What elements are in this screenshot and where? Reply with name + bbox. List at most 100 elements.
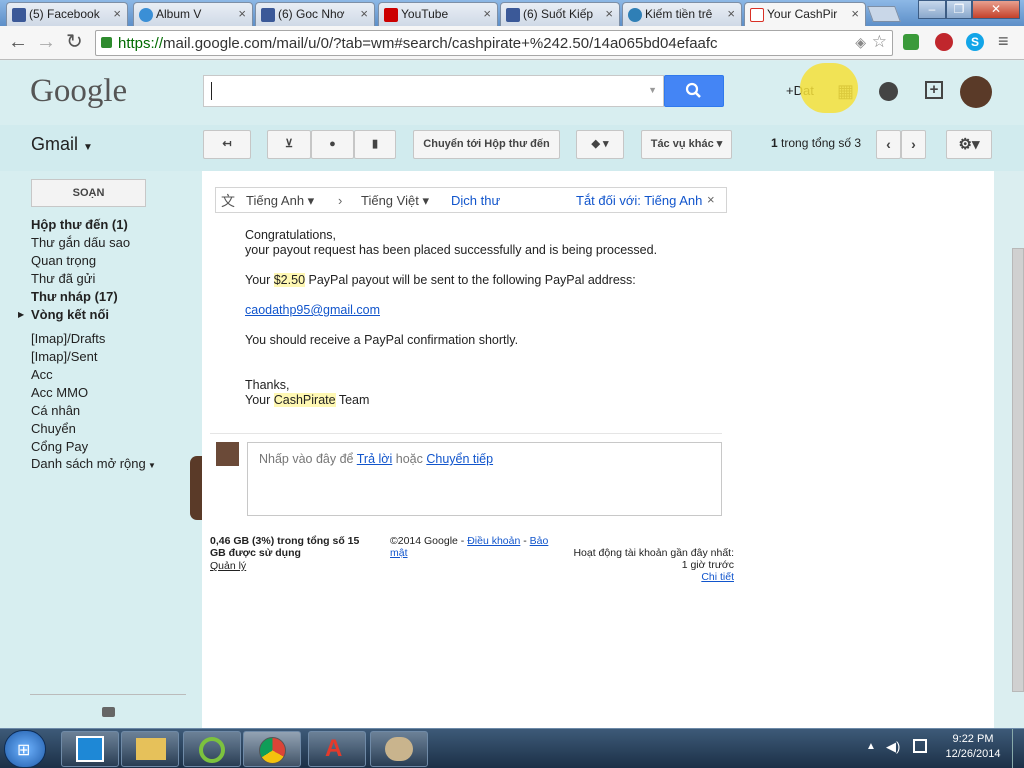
translate-message-link[interactable]: Dịch thư xyxy=(451,193,500,208)
sidebar-item-label[interactable]: [Imap]/Sent xyxy=(31,349,97,364)
browser-tab[interactable]: (5) Facebook × xyxy=(6,2,128,26)
manage-storage-link[interactable]: Quản lý xyxy=(210,560,246,572)
activity-details-link[interactable]: Chi tiết xyxy=(554,571,734,583)
sidebar-item-sent[interactable]: Thư đã gửi xyxy=(31,271,95,286)
sidebar-item-label[interactable]: Acc xyxy=(31,367,53,382)
reply-link[interactable]: Trả lời xyxy=(357,452,393,466)
sidebar-item-important[interactable]: Quan trọng xyxy=(31,253,96,268)
labels-button[interactable]: ◆ ▾ xyxy=(576,130,624,159)
url-scheme: https:// xyxy=(118,35,164,52)
terms-link[interactable]: Điều khoản xyxy=(467,535,520,547)
account-activity: Hoạt động tài khoản gần đây nhất: 1 giờ … xyxy=(554,547,734,583)
archive-icon: ⊻ xyxy=(284,138,294,150)
new-tab-button[interactable] xyxy=(867,6,901,22)
reply-prompt: Nhấp vào đây để Trả lời hoặc Chuyển tiếp xyxy=(259,452,493,466)
taskbar-app[interactable] xyxy=(183,731,241,767)
taskbar-app[interactable]: A xyxy=(308,731,366,767)
gmail-toolbar: Gmail ▼ ↤ ⊻ ● ▮ Chuyển tới Hộp thư đến ◆… xyxy=(0,125,1024,171)
browser-tab[interactable]: (6) Suốt Kiếp × xyxy=(500,2,620,26)
tab-label: YouTube xyxy=(401,7,449,21)
close-tab-icon[interactable]: × xyxy=(851,6,859,21)
bookmark-star-icon[interactable]: ☆ xyxy=(872,32,887,52)
taskbar-app[interactable] xyxy=(61,731,119,767)
address-bar[interactable]: https://mail.google.com/mail/u/0/?tab=wm… xyxy=(95,30,893,56)
sidebar-item-more-labels[interactable]: Danh sách mở rộng ▼ xyxy=(31,456,156,471)
archive-button[interactable]: ⊻ xyxy=(267,130,311,159)
browser-tab[interactable]: (6) Goc Nhơ × xyxy=(255,2,375,26)
chat-bubble-icon[interactable] xyxy=(102,707,115,717)
close-tab-icon[interactable]: × xyxy=(727,6,735,21)
newer-button[interactable]: ‹ xyxy=(876,130,901,159)
forward-link[interactable]: Chuyển tiếp xyxy=(426,452,493,466)
scrollbar[interactable] xyxy=(1012,248,1024,692)
adblock-icon[interactable] xyxy=(935,33,953,51)
sidebar-item-label[interactable]: [Imap]/Drafts xyxy=(31,331,105,346)
close-tab-icon[interactable]: × xyxy=(360,6,368,21)
sidebar-item-inbox[interactable]: Hộp thư đến (1) xyxy=(31,217,128,232)
chevron-right-icon: › xyxy=(911,136,916,152)
text-fragment: Your xyxy=(245,273,274,287)
expand-triangle-icon[interactable]: ▶ xyxy=(18,310,24,319)
menu-icon[interactable]: ≡ xyxy=(998,31,1009,52)
taskbar-app[interactable] xyxy=(121,731,179,767)
gmail-app-label[interactable]: Gmail ▼ xyxy=(31,134,93,155)
translate-from-select[interactable]: Tiếng Anh ▾ xyxy=(246,193,314,209)
more-actions-label: Tác vụ khác xyxy=(650,138,714,150)
search-options-icon[interactable]: ▼ xyxy=(648,85,657,95)
browser-tab[interactable]: Kiếm tiền trê × xyxy=(622,2,742,26)
sidebar-item-label[interactable]: Chuyển xyxy=(31,421,76,436)
sidebar-item-label[interactable]: Cổng Pay xyxy=(31,439,88,454)
tab-label: (5) Facebook xyxy=(29,7,100,21)
delete-button[interactable]: ▮ xyxy=(354,130,396,159)
tray-expand-icon[interactable]: ▲ xyxy=(866,741,876,752)
close-tab-icon[interactable]: × xyxy=(483,6,491,21)
older-button[interactable]: › xyxy=(901,130,926,159)
browser-tab[interactable]: YouTube × xyxy=(378,2,498,26)
notifications-bell-icon[interactable] xyxy=(879,82,898,101)
skype-icon[interactable]: S xyxy=(966,33,984,51)
avatar[interactable] xyxy=(960,76,992,108)
search-button[interactable] xyxy=(664,75,724,107)
sidebar-item-drafts[interactable]: Thư nháp (17) xyxy=(31,289,118,304)
back-arrow-icon[interactable]: ← xyxy=(8,31,28,53)
move-to-inbox-button[interactable]: Chuyển tới Hộp thư đến xyxy=(413,130,560,159)
close-tab-icon[interactable]: × xyxy=(113,6,121,21)
taskbar-app-chrome-active[interactable] xyxy=(243,731,301,767)
sidebar-item-circles[interactable]: Vòng kết nối xyxy=(31,307,109,322)
reply-box[interactable]: Nhấp vào đây để Trả lời hoặc Chuyển tiếp xyxy=(247,442,722,516)
sidebar: SOẠN Hộp thư đến (1) Thư gắn dấu sao Qua… xyxy=(0,171,204,728)
browser-tab-active[interactable]: Your CashPir × xyxy=(744,2,866,27)
clock[interactable]: 9:22 PM 12/26/2014 xyxy=(940,732,1006,762)
show-desktop-button[interactable] xyxy=(1012,729,1024,768)
settings-button[interactable]: ⚙▾ xyxy=(946,130,992,159)
browser-tab[interactable]: Album V × xyxy=(133,2,253,26)
taskbar-app[interactable] xyxy=(370,731,428,767)
more-actions-button[interactable]: Tác vụ khác ▾ xyxy=(641,130,732,159)
close-window-button[interactable]: ✕ xyxy=(972,0,1020,19)
turn-off-translate-link[interactable]: Tắt đối với: Tiếng Anh xyxy=(576,193,702,208)
back-to-list-button[interactable]: ↤ xyxy=(203,130,251,159)
maximize-button[interactable]: ❐ xyxy=(946,0,972,19)
compose-button[interactable]: SOẠN xyxy=(31,179,146,207)
volume-icon[interactable]: ◀) xyxy=(886,739,900,755)
paypal-email-link[interactable]: caodathp95@gmail.com xyxy=(245,303,380,317)
close-tab-icon[interactable]: × xyxy=(238,6,246,21)
google-logo[interactable]: Google xyxy=(30,73,127,110)
share-plus-icon[interactable]: + xyxy=(925,81,943,99)
reload-icon[interactable]: ↻ xyxy=(66,31,83,53)
start-button[interactable]: ⊞ xyxy=(4,730,46,768)
sidebar-item-label[interactable]: Cá nhân xyxy=(31,403,80,418)
translate-to-select[interactable]: Tiếng Việt ▾ xyxy=(361,193,429,209)
sidebar-item-starred[interactable]: Thư gắn dấu sao xyxy=(31,235,130,250)
report-spam-button[interactable]: ● xyxy=(311,130,354,159)
extension-icon[interactable] xyxy=(903,34,919,50)
extension-icon[interactable]: ◈ xyxy=(855,34,866,51)
sidebar-item-label[interactable]: Acc MMO xyxy=(31,385,88,400)
network-icon[interactable] xyxy=(913,739,927,753)
close-icon[interactable]: × xyxy=(707,192,715,207)
close-tab-icon[interactable]: × xyxy=(605,6,613,21)
forward-arrow-icon[interactable]: → xyxy=(36,31,56,53)
search-input[interactable]: ▼ xyxy=(203,75,664,107)
gmail-icon xyxy=(750,8,764,22)
minimize-button[interactable]: – xyxy=(918,0,946,19)
